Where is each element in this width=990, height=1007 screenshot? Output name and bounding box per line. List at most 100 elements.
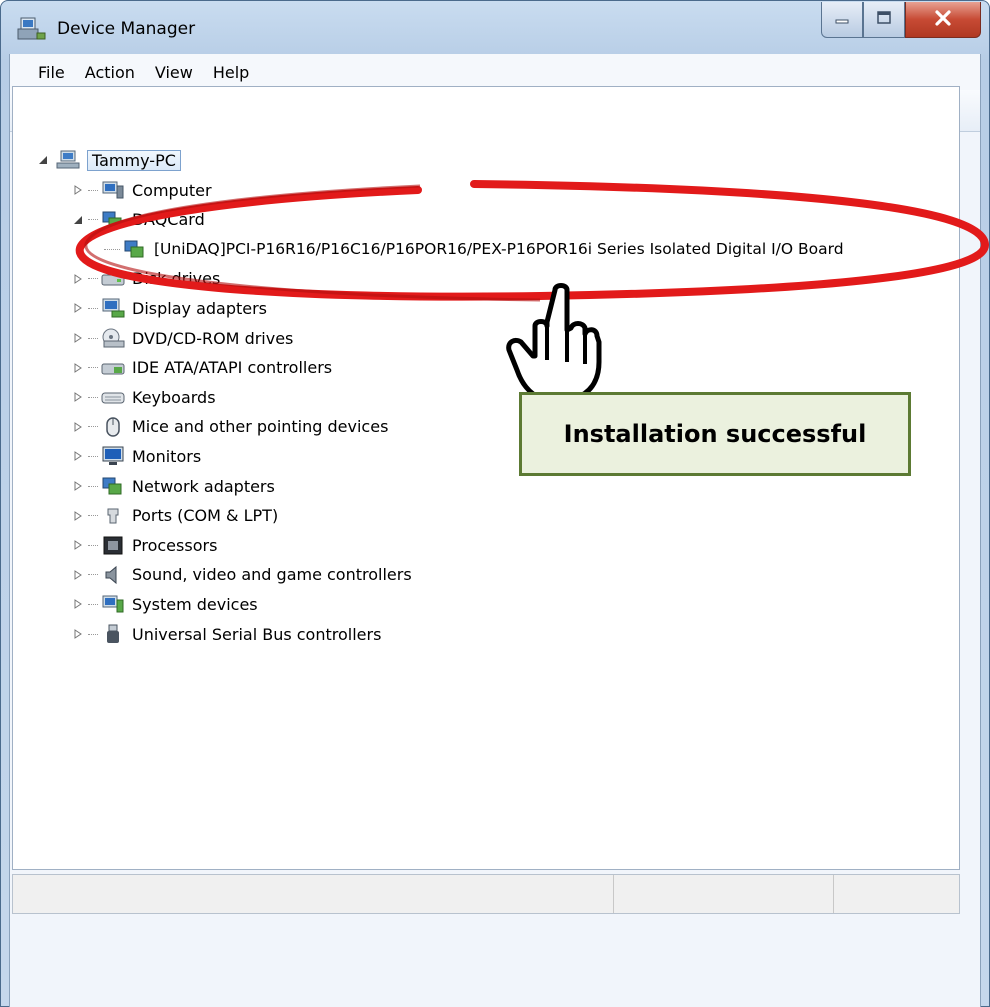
collapse-icon[interactable] <box>37 154 49 166</box>
window-title: Device Manager <box>57 19 196 39</box>
tree-item-disk-drives[interactable]: Disk drives <box>72 265 220 293</box>
title-bar[interactable]: Device Manager <box>1 1 989 55</box>
tree-connector <box>104 248 120 250</box>
expand-icon[interactable] <box>72 569 84 581</box>
tree-item-label: Processors <box>132 535 218 555</box>
menu-view[interactable]: View <box>145 59 203 86</box>
expand-icon[interactable] <box>72 480 84 492</box>
tree-child-device[interactable]: [UniDAQ]PCI-P16R16/P16C16/P16POR16/PEX-P… <box>104 235 844 263</box>
tree-item-computer[interactable]: Computer <box>72 176 212 204</box>
processor-icon <box>100 534 126 556</box>
tree-item-label: IDE ATA/ATAPI controllers <box>132 358 333 378</box>
pci-device-icon <box>122 238 148 260</box>
root-computer-name: Tammy-PC <box>87 149 181 171</box>
tree-item-label: Monitors <box>132 446 202 466</box>
tree-connector <box>88 485 98 487</box>
dvd-drive-icon <box>100 327 126 349</box>
tree-root[interactable]: Tammy-PC <box>37 146 181 174</box>
collapse-icon[interactable] <box>72 214 84 226</box>
expand-icon[interactable] <box>72 332 84 344</box>
menu-action[interactable]: Action <box>75 59 145 86</box>
usb-icon <box>100 623 126 645</box>
tree-item-mice-and-other-pointing-devices[interactable]: Mice and other pointing devices <box>72 413 388 441</box>
tree-connector <box>88 603 98 605</box>
tree-item-label: Disk drives <box>132 269 221 289</box>
status-separator <box>613 875 614 913</box>
tree-connector <box>88 337 98 339</box>
port-icon <box>100 505 126 527</box>
close-icon <box>933 9 953 31</box>
tree-connector <box>88 367 98 369</box>
tree-connector <box>88 307 98 309</box>
minimize-icon <box>833 10 851 29</box>
menu-file[interactable]: File <box>28 59 75 86</box>
tree-connector <box>88 455 98 457</box>
tree-item-label: Network adapters <box>132 476 275 496</box>
maximize-button[interactable] <box>863 2 905 38</box>
tree-connector <box>88 574 98 576</box>
expand-icon[interactable] <box>72 510 84 522</box>
expand-icon[interactable] <box>72 421 84 433</box>
expand-icon[interactable] <box>72 598 84 610</box>
minimize-button[interactable] <box>821 2 863 38</box>
tree-item-label: Keyboards <box>132 387 216 407</box>
mouse-icon <box>100 416 126 438</box>
tree-item-network-adapters[interactable]: Network adapters <box>72 472 275 500</box>
tree-item-keyboards[interactable]: Keyboards <box>72 383 216 411</box>
installation-success-callout: Installation successful <box>519 392 911 476</box>
expand-icon[interactable] <box>72 539 84 551</box>
tree-connector <box>88 189 98 191</box>
maximize-icon <box>875 10 893 30</box>
tree-item-sound-video-and-game-controllers[interactable]: Sound, video and game controllers <box>72 561 412 589</box>
tree-item-universal-serial-bus-controllers[interactable]: Universal Serial Bus controllers <box>72 620 381 648</box>
tree-item-label: System devices <box>132 594 258 614</box>
tree-connector <box>88 426 98 428</box>
tree-item-processors[interactable]: Processors <box>72 531 217 559</box>
status-separator <box>833 875 834 913</box>
system-device-icon <box>100 593 126 615</box>
tree-item-label: DAQCard <box>132 210 205 230</box>
expand-icon[interactable] <box>72 302 84 314</box>
expand-icon[interactable] <box>72 450 84 462</box>
tree-connector <box>88 633 98 635</box>
expand-icon[interactable] <box>72 184 84 196</box>
computer-icon <box>100 179 126 201</box>
network-adapter-icon <box>100 475 126 497</box>
tree-connector <box>88 544 98 546</box>
monitor-icon <box>100 445 126 467</box>
close-button[interactable] <box>905 2 981 38</box>
tree-item-label: Display adapters <box>132 298 268 318</box>
tree-item-daqcard[interactable]: DAQCard <box>72 206 205 234</box>
disk-drive-icon <box>100 268 126 290</box>
tree-item-label: Ports (COM & LPT) <box>132 506 279 526</box>
expand-icon[interactable] <box>72 628 84 640</box>
ide-controller-icon <box>100 357 126 379</box>
expand-icon[interactable] <box>72 391 84 403</box>
menu-bar: File Action View Help <box>10 54 980 90</box>
tree-connector <box>88 219 98 221</box>
tree-item-ports-com-lpt[interactable]: Ports (COM & LPT) <box>72 502 278 530</box>
expand-icon[interactable] <box>72 273 84 285</box>
keyboard-icon <box>100 386 126 408</box>
status-bar <box>12 874 960 914</box>
tree-connector <box>88 396 98 398</box>
tree-item-label: Computer <box>132 180 212 200</box>
tree-item-monitors[interactable]: Monitors <box>72 442 201 470</box>
computer-network-icon <box>55 149 81 171</box>
expand-icon[interactable] <box>72 362 84 374</box>
speaker-icon <box>100 564 126 586</box>
daqcard-icon <box>100 209 126 231</box>
tree-item-ide-ata-atapi-controllers[interactable]: IDE ATA/ATAPI controllers <box>72 354 332 382</box>
display-adapter-icon <box>100 297 126 319</box>
tree-connector <box>88 515 98 517</box>
tree-item-display-adapters[interactable]: Display adapters <box>72 294 267 322</box>
menu-help[interactable]: Help <box>203 59 259 86</box>
tree-item-system-devices[interactable]: System devices <box>72 590 258 618</box>
tree-connector <box>88 278 98 280</box>
tree-item-label: Sound, video and game controllers <box>132 565 412 585</box>
tree-item-label: Mice and other pointing devices <box>132 417 389 437</box>
tree-child-label: [UniDAQ]PCI-P16R16/P16C16/P16POR16/PEX-P… <box>154 240 844 259</box>
tree-item-dvd-cd-rom-drives[interactable]: DVD/CD-ROM drives <box>72 324 293 352</box>
tree-item-label: Universal Serial Bus controllers <box>132 624 382 644</box>
device-manager-icon <box>15 15 47 43</box>
